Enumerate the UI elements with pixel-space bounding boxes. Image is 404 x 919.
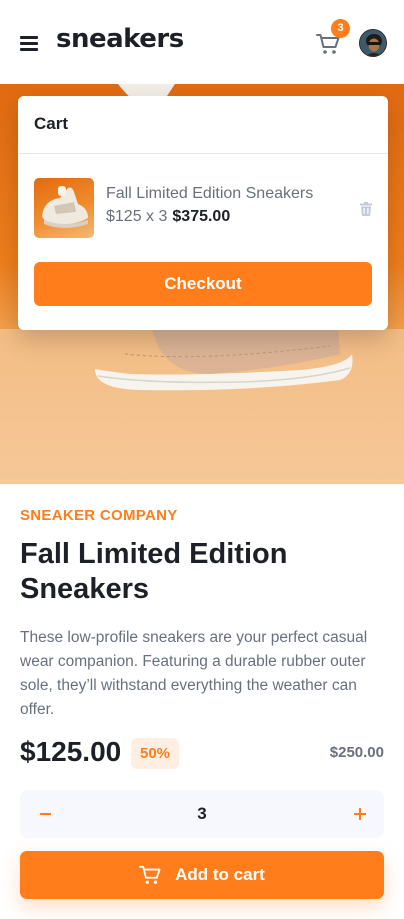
cart-count-badge: 3	[331, 19, 350, 38]
checkout-button[interactable]: Checkout	[34, 262, 372, 306]
cart-item-unit-price: $125 x 3	[106, 208, 168, 225]
avatar[interactable]	[359, 29, 387, 57]
plus-icon[interactable]	[334, 790, 384, 838]
discount-badge: 50%	[131, 738, 179, 769]
logo[interactable]: sneakers	[56, 24, 184, 54]
cart-icon	[139, 865, 161, 884]
quantity-value: 3	[197, 804, 207, 823]
add-to-cart-label: Add to cart	[175, 865, 265, 884]
cart-item-price: $125 x 3 $375.00	[106, 208, 230, 226]
quantity-stepper: 3	[20, 790, 384, 838]
product-description: These low-profile sneakers are your perf…	[20, 629, 368, 718]
cart-title: Cart	[34, 114, 69, 133]
menu-icon[interactable]	[20, 36, 38, 51]
cart-item-name: Fall Limited Edition Sneakers	[106, 185, 314, 202]
original-price: $250.00	[329, 744, 384, 761]
cart-item-total: $375.00	[172, 208, 231, 225]
current-price: $125.00	[20, 736, 122, 767]
divider	[18, 153, 388, 154]
trash-icon[interactable]	[360, 201, 372, 216]
company-name: SNEAKER COMPANY	[20, 507, 178, 524]
cart-popup: Cart Fall Limited Edition Sneakers $125 …	[18, 96, 388, 330]
minus-icon[interactable]	[20, 790, 70, 838]
product-title: Fall Limited Edition Sneakers	[20, 538, 288, 605]
cart-item-thumbnail	[34, 178, 94, 238]
product-page: sneakers 3 Cart Fall Limited Edition Sne…	[0, 0, 404, 919]
add-to-cart-content: Add to cart	[20, 851, 384, 899]
add-to-cart-button[interactable]: Add to cart	[20, 851, 384, 899]
header: sneakers 3	[0, 0, 404, 84]
